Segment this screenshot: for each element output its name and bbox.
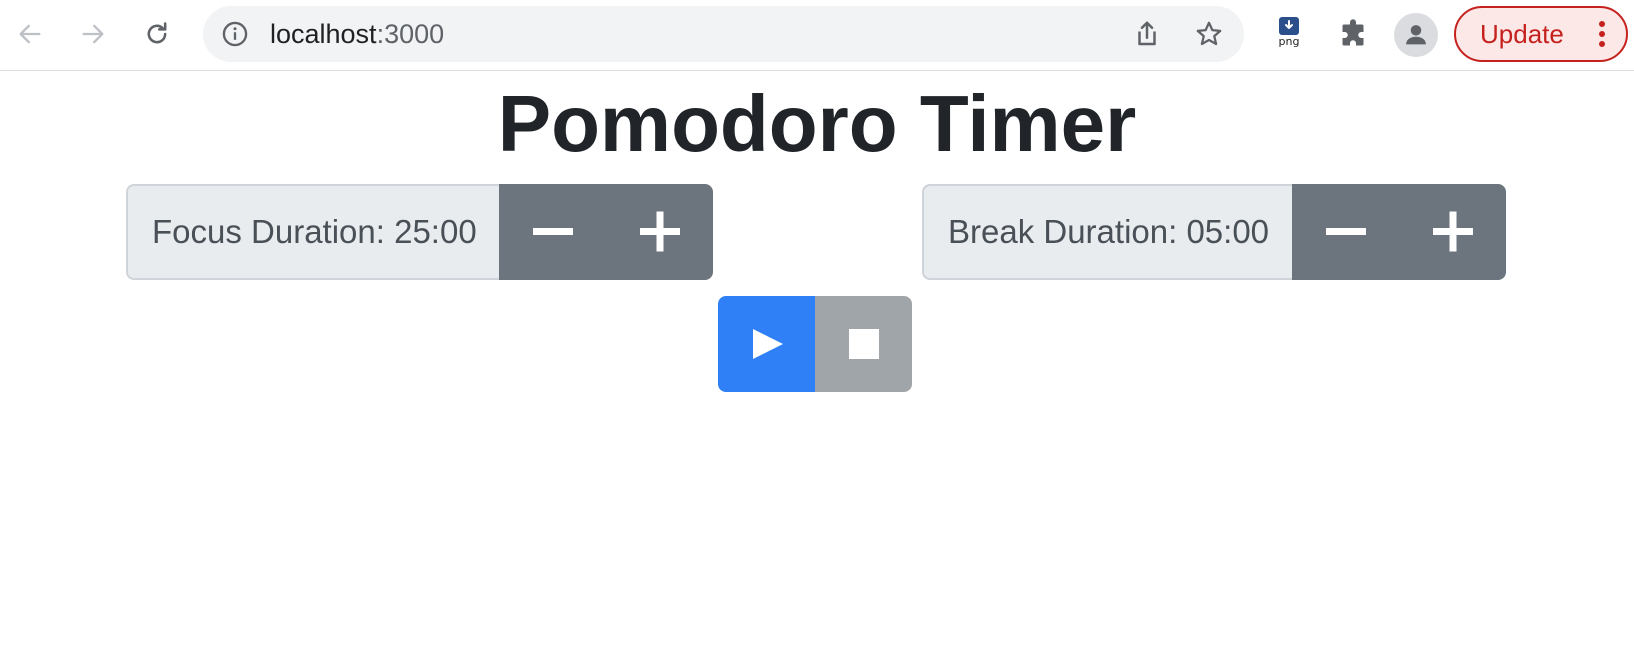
url-text[interactable]: localhost:3000 (270, 19, 444, 49)
info-icon[interactable] (221, 20, 249, 48)
break-duration-label: Break Duration: 05:00 (922, 184, 1292, 280)
stop-icon (848, 329, 879, 359)
reload-button[interactable] (137, 14, 177, 54)
star-icon[interactable] (1194, 19, 1224, 49)
update-button[interactable]: Update (1454, 6, 1628, 62)
minus-icon (1325, 228, 1366, 235)
play-button[interactable] (718, 296, 815, 392)
stop-button[interactable] (815, 296, 912, 392)
download-arrow-icon (1279, 17, 1299, 35)
browser-toolbar: localhost:3000 png Update (0, 0, 1634, 71)
address-bar[interactable]: localhost:3000 (203, 6, 1244, 62)
timer-controls (718, 296, 912, 392)
url-port: :3000 (376, 19, 445, 49)
back-button[interactable] (10, 14, 50, 54)
plus-icon (639, 211, 680, 252)
minus-icon (532, 228, 573, 235)
page-title: Pomodoro Timer (497, 79, 1137, 168)
focus-duration-label: Focus Duration: 25:00 (126, 184, 499, 280)
extension-label: png (1278, 35, 1300, 48)
break-duration-group: Break Duration: 05:00 (922, 184, 1506, 280)
profile-button[interactable] (1394, 13, 1438, 57)
kebab-menu-icon[interactable] (1598, 20, 1606, 48)
url-host: localhost (270, 19, 377, 49)
focus-duration-group: Focus Duration: 25:00 (126, 184, 713, 280)
png-download-icon[interactable]: png (1271, 17, 1307, 53)
arrow-right-icon (82, 24, 104, 44)
play-icon (752, 329, 783, 359)
break-decrement-button[interactable] (1292, 184, 1399, 280)
reload-icon (147, 22, 167, 44)
break-increment-button[interactable] (1399, 184, 1506, 280)
plus-icon (1432, 211, 1473, 252)
focus-increment-button[interactable] (606, 184, 713, 280)
forward-button[interactable] (73, 14, 113, 54)
person-icon (1406, 25, 1426, 45)
focus-decrement-button[interactable] (499, 184, 606, 280)
share-icon[interactable] (1132, 19, 1162, 49)
arrow-left-icon (19, 24, 41, 44)
puzzle-icon[interactable] (1335, 17, 1371, 53)
update-label: Update (1480, 18, 1564, 49)
